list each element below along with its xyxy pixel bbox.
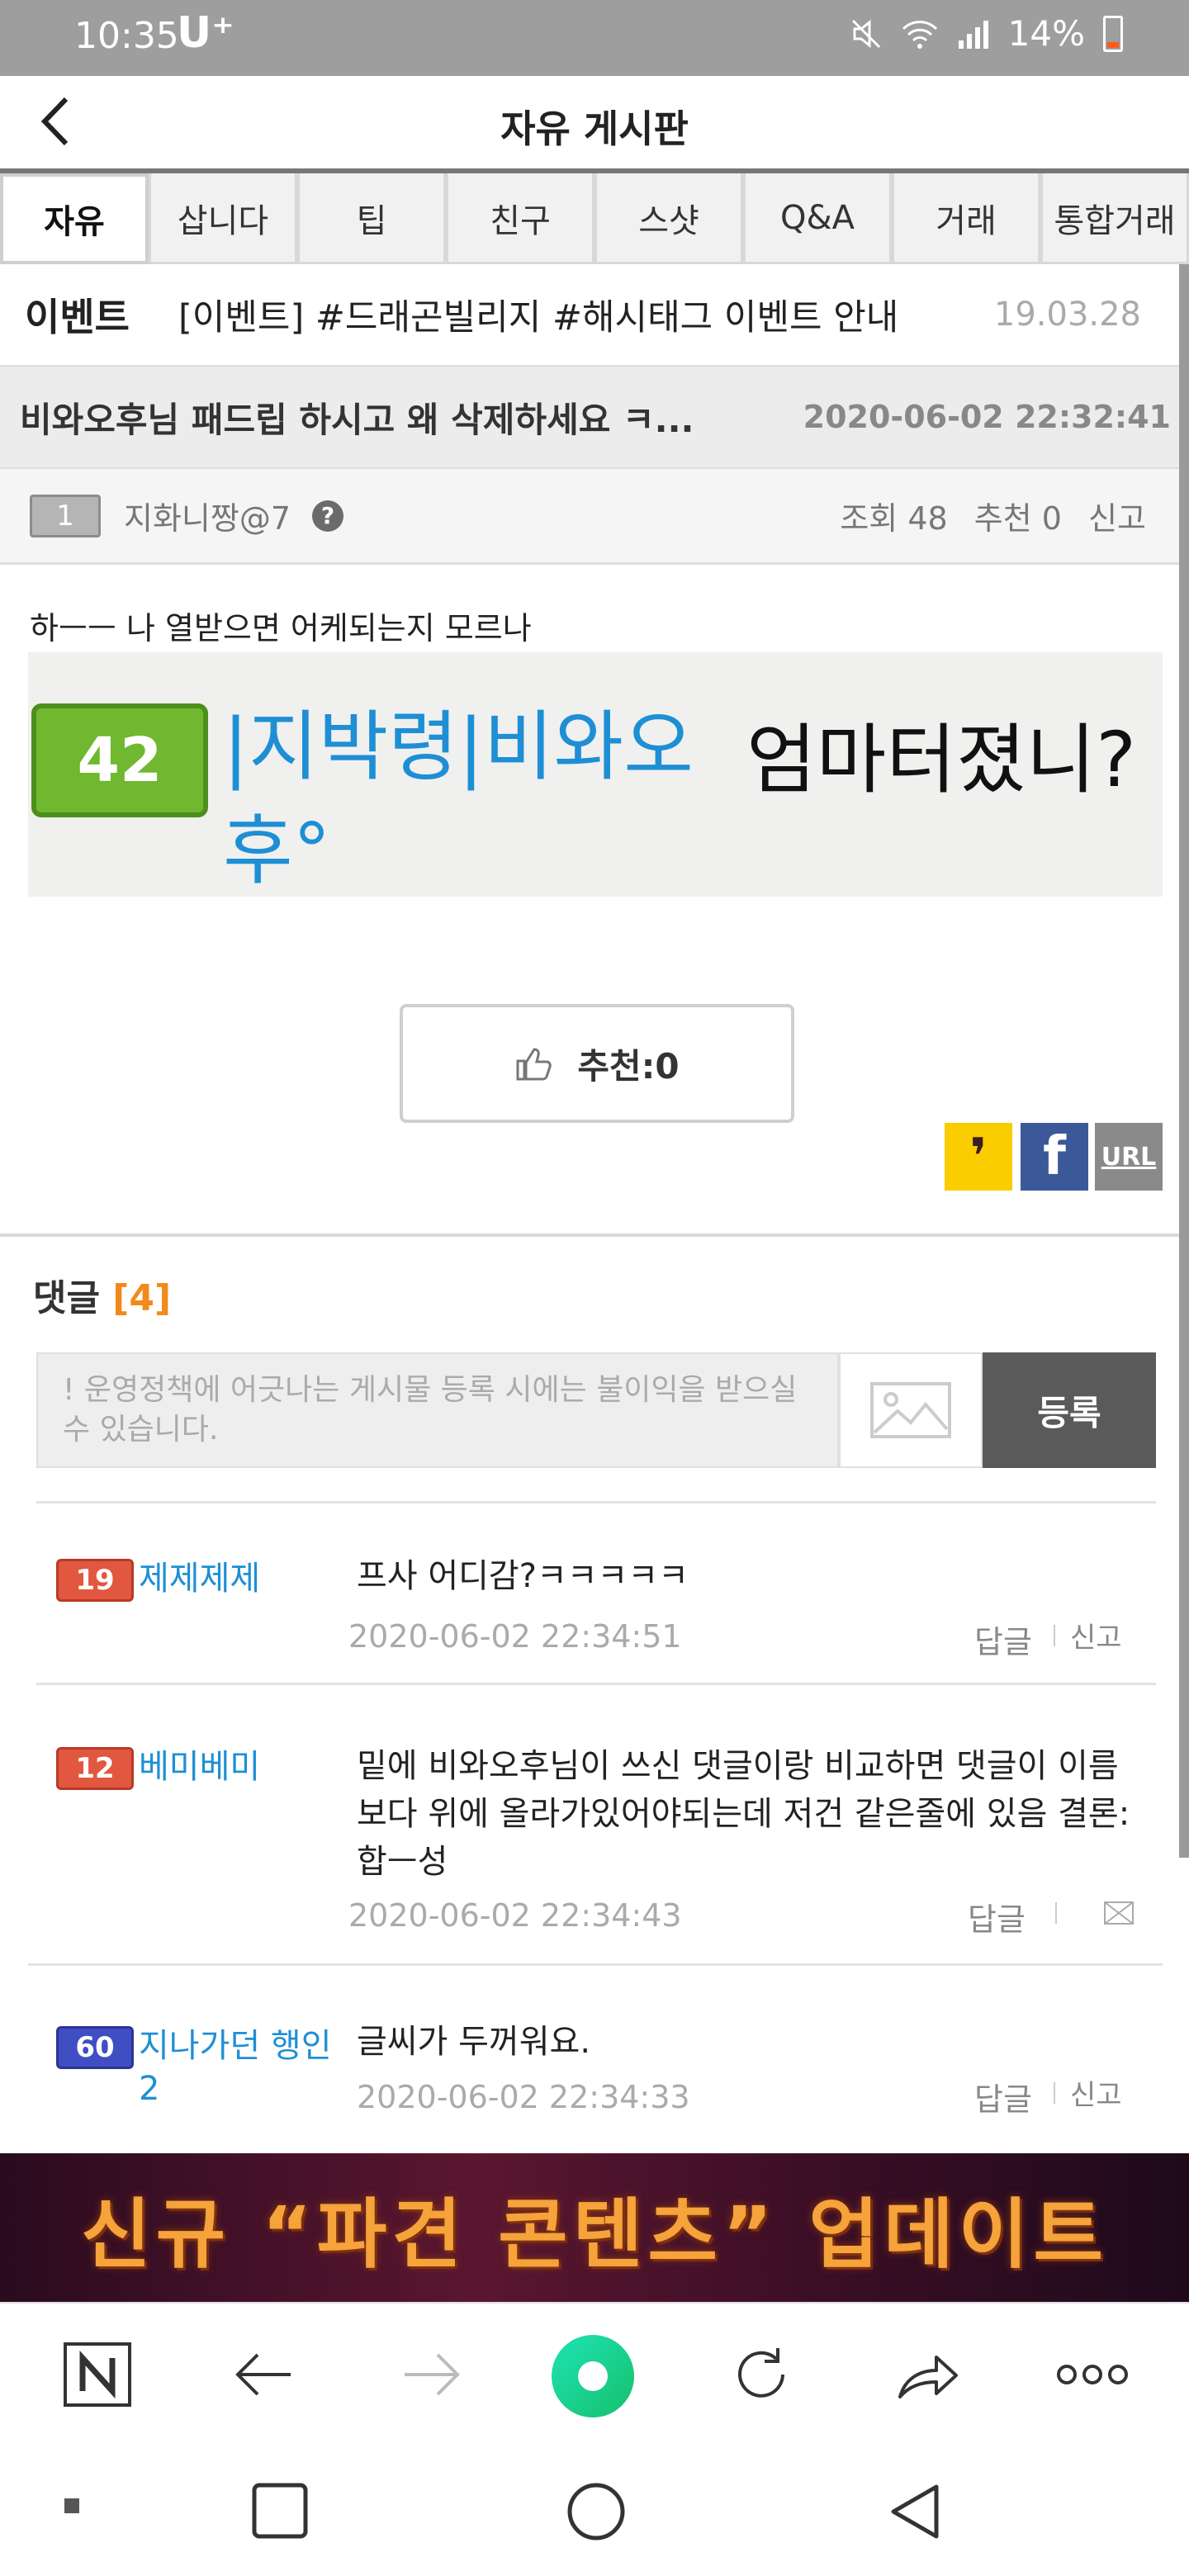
facebook-share-button[interactable]: f: [1021, 1123, 1088, 1191]
tab-integrated-trade[interactable]: 통합거래: [1040, 173, 1189, 264]
carrier-label: U⁺: [177, 8, 234, 58]
author-name[interactable]: 지화니짱@7: [124, 493, 291, 538]
comment-text: 밑에 비와오후님이 쓰신 댓글이랑 비교하면 댓글이 이름보다 위에 올라가있어…: [357, 1747, 1130, 1881]
comments-header: 댓글 [4]: [33, 1268, 171, 1321]
tab-friend[interactable]: 친구: [446, 173, 594, 264]
report-link[interactable]: 신고: [1088, 500, 1146, 537]
tab-screenshot[interactable]: 스샷: [594, 173, 743, 264]
comment-divider: [36, 1683, 1156, 1685]
comment-text: 프사 어디감?ㅋㅋㅋㅋㅋ: [357, 1557, 689, 1595]
comment-input[interactable]: ! 운영정책에 어긋나는 게시물 등록 시에는 불이익을 받으실 수 있습니다.: [36, 1352, 839, 1468]
comments-count: [4]: [112, 1277, 172, 1319]
kakao-share-button[interactable]: ❜: [945, 1123, 1012, 1191]
app-header: 자유 게시판: [0, 76, 1189, 168]
report-link[interactable]: 신고: [1070, 2072, 1122, 2113]
comment-date: 2020-06-02 22:34:43: [348, 1897, 682, 1934]
comment-divider: [36, 1501, 1156, 1503]
recommend-count: 추천 0: [973, 500, 1062, 537]
comment-date: 2020-06-02 22:34:33: [357, 2079, 690, 2115]
back-triangle-icon[interactable]: [887, 2482, 941, 2541]
dot-icon[interactable]: [63, 2497, 81, 2515]
comment-level-badge: 19: [56, 1559, 134, 1602]
section-divider: [0, 1234, 1189, 1237]
ad-text: 신규 “파견 콘텐츠” 업데이트: [80, 2190, 1109, 2279]
tab-tip[interactable]: 팁: [297, 173, 446, 264]
image-icon: [870, 1382, 951, 1438]
ad-banner[interactable]: 신규 “파견 콘텐츠” 업데이트: [0, 2153, 1189, 2302]
status-icons: 14%: [850, 13, 1123, 54]
url-copy-button[interactable]: URL: [1095, 1123, 1163, 1191]
post-title-bar: 비와오후님 패드립 하시고 왜 삭제하세요 ㅋ... 2020-06-02 22…: [0, 365, 1189, 467]
post-author-bar: 1 지화니짱@7 ? 조회 48 추천 0 신고: [0, 467, 1189, 565]
recent-apps-icon[interactable]: [251, 2482, 309, 2540]
comment-level-badge: 60: [56, 2026, 134, 2069]
separator: [1054, 1625, 1055, 1646]
recommend-button[interactable]: 추천:0: [400, 1004, 794, 1123]
block-icon[interactable]: [1103, 1901, 1135, 1925]
comment-author[interactable]: 제제제제: [139, 1557, 345, 1600]
thumbs-up-icon: [516, 1048, 552, 1081]
wifi-icon: [902, 20, 937, 49]
share-icon[interactable]: [895, 2342, 961, 2408]
separator: [1054, 2082, 1055, 2104]
system-nav-bar: [0, 2444, 1189, 2576]
comment-divider: [28, 1963, 1163, 1966]
views-count: 조회 48: [840, 500, 948, 537]
reply-link[interactable]: 답글: [974, 1617, 1032, 1662]
post-stats: 조회 48 추천 0 신고: [823, 493, 1146, 538]
more-icon[interactable]: [1055, 2342, 1130, 2408]
banner-phrase: 엄마터졌니?: [746, 716, 1137, 804]
mute-icon: [851, 19, 880, 48]
comment-text: 글씨가 두꺼워요.: [357, 2023, 591, 2061]
recommend-label: 추천:0: [577, 1045, 680, 1087]
post-datetime: 2020-06-02 22:32:41: [803, 399, 1171, 435]
whale-icon[interactable]: [550, 2333, 636, 2419]
page-title: 자유 게시판: [500, 107, 689, 151]
event-date: 19.03.28: [993, 296, 1141, 334]
tab-buy[interactable]: 삽니다: [149, 173, 297, 264]
refresh-icon[interactable]: [730, 2342, 793, 2408]
tab-free[interactable]: 자유: [0, 173, 149, 264]
post-body-text: 하ㅡㅡ 나 열받으면 어케되는지 모르나: [30, 610, 532, 646]
image-attach-button[interactable]: [839, 1352, 983, 1468]
reply-link[interactable]: 답글: [968, 1894, 1026, 1939]
help-icon[interactable]: ?: [312, 500, 344, 532]
separator: [1055, 1902, 1057, 1924]
tab-trade[interactable]: 거래: [892, 173, 1040, 264]
battery-icon: [1103, 15, 1123, 52]
battery-percent: 14%: [1007, 13, 1085, 54]
comment-level-badge: 12: [56, 1747, 134, 1790]
browser-toolbar: [0, 2302, 1189, 2444]
home-icon[interactable]: [566, 2482, 626, 2541]
comment-author[interactable]: 베미베미: [139, 1745, 345, 1788]
tab-qna[interactable]: Q&A: [743, 173, 892, 264]
signal-icon: [958, 20, 988, 49]
comment-submit-button[interactable]: 등록: [983, 1352, 1156, 1468]
comment-author[interactable]: 지나가던 행인2: [139, 2024, 345, 2110]
report-link[interactable]: 신고: [1070, 1615, 1122, 1655]
event-text: [이벤트] #드래곤빌리지 #해시태그 이벤트 안내: [178, 297, 899, 339]
status-time: 10:35: [74, 15, 179, 57]
status-bar: 10:35 U⁺ 14%: [0, 0, 1189, 76]
comments-label: 댓글: [33, 1277, 100, 1319]
event-notice[interactable]: 이벤트 [이벤트] #드래곤빌리지 #해시태그 이벤트 안내 19.03.28: [0, 264, 1189, 365]
post-image: 42 |지박령|비와오후° 엄마터졌니?: [28, 652, 1163, 897]
n-home-icon[interactable]: [63, 2342, 132, 2408]
back-arrow-icon[interactable]: [233, 2342, 296, 2408]
forward-arrow-icon[interactable]: [400, 2342, 462, 2408]
scrollbar[interactable]: [1179, 264, 1189, 1858]
author-level-badge: 1: [30, 494, 101, 537]
banner-level-badge: 42: [31, 703, 208, 817]
comment-date: 2020-06-02 22:34:51: [348, 1618, 682, 1655]
post-title: 비와오후님 패드립 하시고 왜 삭제하세요 ㅋ...: [20, 399, 694, 440]
banner-nickname: |지박령|비와오후°: [223, 703, 694, 895]
reply-link[interactable]: 답글: [974, 2074, 1032, 2119]
event-label: 이벤트: [25, 295, 130, 339]
board-tabs: 자유 삽니다 팁 친구 스샷 Q&A 거래 통합거래: [0, 173, 1189, 264]
